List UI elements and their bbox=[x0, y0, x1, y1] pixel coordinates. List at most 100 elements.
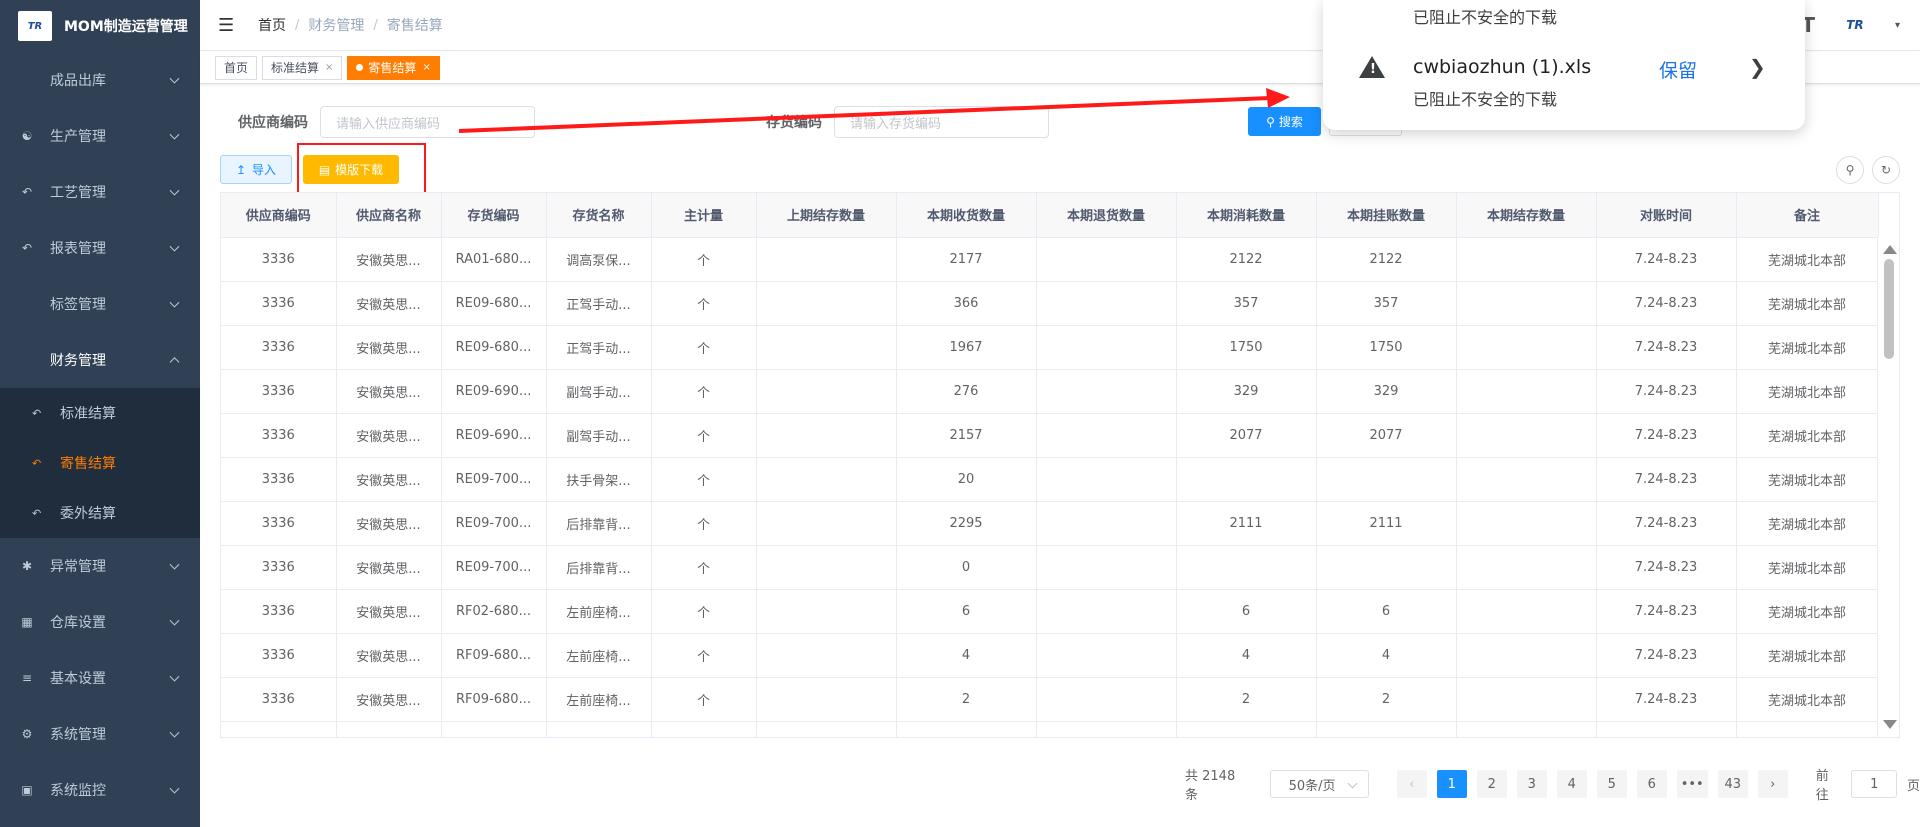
tab-standard-settlement[interactable]: 标准结算 × bbox=[262, 55, 343, 80]
table-cell bbox=[1036, 457, 1177, 502]
table-cell: 4 bbox=[1316, 633, 1457, 678]
table-row[interactable]: 3336 安徽英思... RE09-700... 后排靠背... 个 0 7.24-8.23… bbox=[221, 545, 1879, 590]
table-row[interactable]: 3336 安徽英思... RF09-680... 左前座椅... 个 2 2 2 7.24-8.… bbox=[221, 677, 1879, 722]
warning-mark: ! bbox=[1370, 62, 1376, 77]
keep-button[interactable]: 保留 bbox=[1659, 56, 1697, 83]
sidebar-item-finished-goods-out[interactable]: 成品出库 bbox=[0, 52, 200, 108]
table-cell bbox=[756, 633, 897, 678]
sidebar-item-report[interactable]: ↶ 报表管理 bbox=[0, 220, 200, 276]
prev-page-button[interactable]: ‹ bbox=[1396, 770, 1427, 798]
page-number-button[interactable]: 3 bbox=[1516, 770, 1547, 798]
sidebar-item-basic-settings[interactable]: ≡ 基本设置 bbox=[0, 650, 200, 706]
page-number-button[interactable]: 2 bbox=[1476, 770, 1507, 798]
sidebar-item-exception[interactable]: ✱ 异常管理 bbox=[0, 538, 200, 594]
caret-down-icon[interactable]: ▾ bbox=[1895, 20, 1900, 31]
table-cell bbox=[756, 589, 897, 634]
sidebar-item-production[interactable]: ☯ 生产管理 bbox=[0, 108, 200, 164]
table-row[interactable]: 3336 安徽英思... RE09-700... 后排靠背... 个 2295 2111 21… bbox=[221, 501, 1879, 546]
table-cell bbox=[1036, 589, 1177, 634]
sidebar-item-label: 标签管理 bbox=[50, 297, 106, 313]
sidebar-item-process[interactable]: ↶ 工艺管理 bbox=[0, 164, 200, 220]
page-number-button[interactable]: 1 bbox=[1436, 770, 1467, 798]
table-cell: 357 bbox=[1316, 281, 1457, 326]
table-cell bbox=[1456, 545, 1597, 590]
table-cell: 安徽英思... bbox=[336, 589, 442, 634]
sidebar-item-warehouse[interactable]: ▦ 仓库设置 bbox=[0, 594, 200, 650]
table-cell bbox=[1456, 721, 1597, 737]
close-icon[interactable]: × bbox=[325, 62, 333, 73]
sidebar-subitem-outsource-settlement[interactable]: ↶ 委外结算 bbox=[0, 488, 200, 538]
table-cell: 7.24-8.23 bbox=[1596, 369, 1737, 414]
tab-home[interactable]: 首页 bbox=[215, 55, 258, 80]
sidebar-item-finance[interactable]: 财务管理 bbox=[0, 332, 200, 388]
column-header: 本期收货数量 bbox=[896, 193, 1037, 238]
download-filename[interactable]: cwbiaozhun (1).xls bbox=[1413, 56, 1591, 78]
close-icon[interactable]: × bbox=[422, 62, 430, 73]
table-cell bbox=[1456, 281, 1597, 326]
supplier-code-label: 供应商编码 bbox=[238, 115, 308, 131]
sidebar-item-label: 基本设置 bbox=[50, 671, 106, 687]
hamburger-icon[interactable]: ☰ bbox=[218, 15, 234, 36]
sidebar-item-label: 异常管理 bbox=[50, 559, 106, 575]
tab-consignment-settlement[interactable]: 寄售结算 × bbox=[347, 55, 440, 80]
sidebar-item-system-mgmt[interactable]: ⚙ 系统管理 bbox=[0, 706, 200, 762]
more-pages-button[interactable]: ••• bbox=[1676, 770, 1708, 798]
goto-page-input[interactable]: 1 bbox=[1851, 770, 1897, 798]
column-header: 供应商编码 bbox=[221, 193, 337, 238]
refresh-button[interactable]: ↻ bbox=[1872, 156, 1900, 184]
table-row[interactable]: 3336 安徽英思... RF09-680... 左前座椅... 个 4 4 4 7.24-8.… bbox=[221, 633, 1879, 678]
sidebar-subitem-consignment-settlement[interactable]: ↶ 寄售结算 bbox=[0, 438, 200, 488]
page-number-button[interactable]: 4 bbox=[1556, 770, 1587, 798]
scroll-thumb[interactable] bbox=[1884, 259, 1894, 359]
table-cell: 芜湖城北本部 bbox=[1736, 589, 1879, 634]
table-cell: 1750 bbox=[1176, 325, 1317, 370]
table-row[interactable]: 3336 安徽英思... RE09-690... 副驾手动... 个 276 329 329 7… bbox=[221, 369, 1879, 414]
table-row[interactable]: 3336安徽英思...RF09-680...左前座椅...个1117.24-8.… bbox=[221, 721, 1879, 737]
monitor-icon: ▣ bbox=[21, 783, 33, 797]
sidebar-item-system-monitor[interactable]: ▣ 系统监控 bbox=[0, 762, 200, 818]
table-row[interactable]: 3336 安徽英思... RA01-680... 调高泵保... 个 2177 2122 21… bbox=[221, 237, 1879, 282]
page-number-list: 1 2 3 4 5 6 ••• 43 bbox=[1436, 770, 1748, 798]
table-cell: 7.24-8.23 bbox=[1596, 633, 1737, 678]
page-unit-label: 页 bbox=[1906, 778, 1920, 794]
import-button[interactable]: ↥ 导入 bbox=[220, 155, 292, 184]
toggle-search-button[interactable]: ⚲ bbox=[1836, 156, 1864, 184]
table-row[interactable]: 3336 安徽英思... RF02-680... 左前座椅... 个 6 6 6 7.24-8.… bbox=[221, 589, 1879, 634]
table-cell: 芜湖城北本部 bbox=[1736, 413, 1879, 458]
table-cell: 芜湖城北本部 bbox=[1736, 721, 1879, 737]
stock-code-input[interactable]: 请输入存货编码 bbox=[834, 106, 1049, 138]
table-cell: RA01-680... bbox=[441, 237, 547, 282]
table-row[interactable]: 3336 安徽英思... RE09-680... 正驾手动... 个 1967 1750 17… bbox=[221, 325, 1879, 370]
table-cell: 329 bbox=[1176, 369, 1317, 414]
page-size-select[interactable]: 50条/页 bbox=[1269, 770, 1369, 798]
table-cell: 安徽英思... bbox=[336, 545, 442, 590]
chevron-right-icon[interactable]: ❯ bbox=[1749, 55, 1766, 79]
table-cell: 个 bbox=[651, 457, 757, 502]
scroll-down-arrow-icon[interactable] bbox=[1883, 720, 1897, 729]
user-avatar[interactable]: TR bbox=[1835, 12, 1875, 38]
table-scrollbar[interactable] bbox=[1877, 237, 1899, 737]
page-number-button[interactable]: 5 bbox=[1596, 770, 1627, 798]
table-row[interactable]: 3336 安徽英思... RE09-700... 扶手骨架... 个 20 7.24-8.2… bbox=[221, 457, 1879, 502]
next-page-button[interactable]: › bbox=[1757, 770, 1788, 798]
chevron-down-icon bbox=[169, 241, 180, 252]
table-row[interactable]: 3336 安徽英思... RE09-680... 正驾手动... 个 366 357 357 7… bbox=[221, 281, 1879, 326]
table-row[interactable]: 3336 安徽英思... RE09-690... 副驾手动... 个 2157 2077 20… bbox=[221, 413, 1879, 458]
app-logo-area[interactable]: TR MOM制造运营管理 bbox=[0, 0, 200, 52]
scroll-up-arrow-icon[interactable] bbox=[1883, 245, 1897, 254]
chevron-down-icon bbox=[169, 671, 180, 682]
search-button[interactable]: ⚲ 搜索 bbox=[1248, 107, 1321, 136]
supplier-code-input[interactable]: 请输入供应商编码 bbox=[320, 106, 535, 138]
sidebar-subitem-standard-settlement[interactable]: ↶ 标准结算 bbox=[0, 388, 200, 438]
table-cell: 3336 bbox=[221, 501, 337, 546]
breadcrumb-home[interactable]: 首页 bbox=[258, 15, 286, 35]
total-count: 共 2148 条 bbox=[1185, 769, 1236, 803]
chevron-down-icon bbox=[169, 73, 180, 84]
table-cell: 芜湖城北本部 bbox=[1736, 501, 1879, 546]
table-cell bbox=[1036, 545, 1177, 590]
page-number-button[interactable]: 43 bbox=[1717, 770, 1748, 798]
sidebar-item-label-mgmt[interactable]: 标签管理 bbox=[0, 276, 200, 332]
table-cell: 2111 bbox=[1316, 501, 1457, 546]
chevron-down-icon bbox=[169, 615, 180, 626]
page-number-button[interactable]: 6 bbox=[1636, 770, 1667, 798]
